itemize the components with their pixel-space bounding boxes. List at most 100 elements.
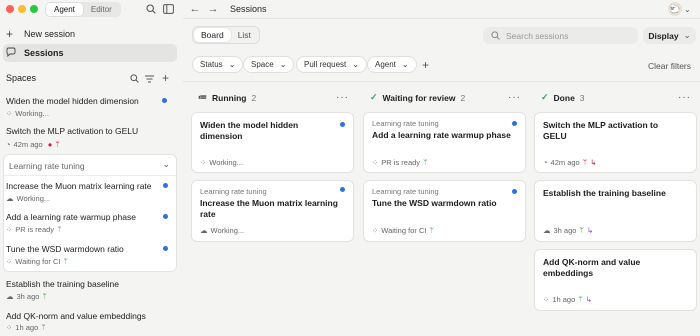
- clear-filters-button[interactable]: Clear filters: [648, 61, 691, 71]
- tab-agent[interactable]: Agent: [46, 3, 83, 16]
- pr-open-icon: ᛘ: [42, 292, 47, 301]
- divider: [183, 81, 700, 82]
- filter-icon[interactable]: [144, 73, 155, 84]
- check-icon: ✓: [370, 92, 378, 102]
- chevron-down-icon: ⌄: [684, 4, 691, 14]
- session-card[interactable]: Learning rate tuning Tune the WSD warmdo…: [363, 180, 526, 242]
- display-button[interactable]: Display ⌄: [643, 27, 696, 44]
- view-switch: Board List: [192, 26, 260, 44]
- window-minimize-button[interactable]: [18, 5, 26, 13]
- add-filter-icon[interactable]: +: [419, 58, 432, 72]
- card-title: Add a learning rate warmup phase: [372, 130, 511, 140]
- add-space-icon[interactable]: +: [160, 71, 171, 85]
- sessions-label: Sessions: [24, 48, 64, 58]
- check-icon: ✓: [541, 92, 549, 102]
- pr-open-icon: ᛘ: [578, 295, 583, 304]
- more-options-icon[interactable]: ···: [678, 92, 691, 103]
- pr-merge-icon: ᛘ: [55, 140, 60, 149]
- tab-list[interactable]: List: [231, 28, 258, 42]
- column-count: 2: [251, 92, 257, 103]
- back-arrow-icon[interactable]: ←: [189, 3, 201, 15]
- session-title: Increase the Muon matrix learning rate: [6, 181, 152, 191]
- sidebar: Agent Editor + New session Sessions Spac…: [0, 0, 183, 336]
- filter-pull-request[interactable]: Pull request ⌄: [296, 56, 367, 73]
- pr-closed-icon: ●: [47, 140, 53, 149]
- new-session-label: New session: [24, 29, 76, 39]
- mode-switch: Agent Editor: [45, 2, 121, 17]
- filter-label: Status: [200, 60, 223, 69]
- cloud-icon: ☁: [6, 292, 14, 301]
- card-title: Establish the training baseline: [543, 188, 666, 198]
- session-status: PR is ready: [15, 225, 55, 234]
- session-card[interactable]: Learning rate tuning Add a learning rate…: [363, 112, 526, 173]
- card-title: Switch the MLP activation to GELU: [543, 120, 659, 141]
- card-status: 3h ago: [553, 226, 577, 235]
- agent-icon: ⁘: [372, 158, 379, 167]
- pr-open-icon: ᛘ: [63, 257, 68, 266]
- search-icon[interactable]: [145, 3, 157, 15]
- active-dot: [163, 246, 168, 251]
- session-card[interactable]: Learning rate tuning Increase the Muon m…: [191, 180, 354, 242]
- filter-agent[interactable]: Agent ⌄: [367, 56, 417, 73]
- session-status: 42m ago: [13, 140, 43, 149]
- card-group: Learning rate tuning: [372, 187, 439, 196]
- session-title: Add QK-norm and value embeddings: [6, 311, 146, 321]
- chevron-down-icon[interactable]: ⌄: [162, 159, 170, 170]
- session-card[interactable]: Widen the model hidden dimension ⁘ Workin…: [191, 112, 354, 173]
- cloud-icon: ☁: [6, 194, 14, 203]
- spaces-heading: Spaces: [6, 73, 37, 83]
- card-status: 1h ago: [552, 295, 576, 304]
- chat-bubble-icon: [6, 47, 20, 59]
- column-count: 3: [579, 92, 585, 103]
- chevron-down-icon: ⌄: [683, 30, 691, 40]
- main-panel: ← → Sessions 🐑 ⌄ Board List Search sessi…: [183, 0, 700, 336]
- session-card[interactable]: Switch the MLP activation to GELU ◔ 42m a…: [534, 112, 697, 173]
- filter-status[interactable]: Status ⌄: [192, 56, 244, 73]
- session-title: Switch the MLP activation to GELU: [6, 126, 139, 136]
- filter-space[interactable]: Space ⌄: [243, 56, 295, 73]
- session-title: Widen the model hidden dimension: [6, 96, 139, 106]
- page-title: Sessions: [230, 4, 267, 14]
- display-label: Display: [648, 30, 679, 41]
- search-icon: [491, 31, 500, 40]
- list-icon: ≔: [198, 92, 207, 102]
- tab-board[interactable]: Board: [194, 28, 231, 42]
- search-icon[interactable]: [129, 73, 140, 84]
- more-options-icon[interactable]: ···: [508, 92, 521, 103]
- new-session-button[interactable]: + New session: [6, 27, 177, 41]
- session-title: Establish the training baseline: [6, 279, 119, 289]
- clock-icon: ◔: [6, 140, 11, 149]
- search-input[interactable]: Search sessions: [483, 27, 638, 44]
- chevron-down-icon: ⌄: [352, 60, 359, 69]
- column-header-waiting-for-review: ✓ Waiting for review 2: [370, 92, 465, 103]
- search-placeholder: Search sessions: [506, 30, 569, 41]
- sidebar-item-sessions[interactable]: Sessions: [3, 44, 177, 62]
- column-title: Done: [553, 92, 575, 103]
- session-status: Working...: [16, 194, 51, 203]
- forward-arrow-icon[interactable]: →: [207, 3, 219, 15]
- active-dot: [340, 187, 345, 192]
- agent-icon: ⁘: [372, 226, 379, 235]
- pr-merged-icon: ↳: [586, 226, 594, 235]
- session-card[interactable]: Add QK-norm and value embeddings ⁘ 1h ago…: [534, 249, 697, 311]
- card-status: PR is ready: [381, 158, 421, 167]
- agent-icon: ⁘: [200, 158, 207, 167]
- pr-merged-icon: ↳: [585, 295, 593, 304]
- agent-icon: ⁘: [6, 109, 13, 118]
- column-header-running: ≔ Running 2: [198, 92, 256, 103]
- space-group-learning-rate-tuning: Learning rate tuning ⌄ Increase the Muon…: [3, 154, 177, 272]
- pr-merge-icon: ↳: [590, 158, 597, 167]
- session-card[interactable]: Establish the training baseline ☁ 3h ago ᛘ…: [534, 180, 697, 242]
- cloud-icon: ☁: [543, 226, 551, 235]
- tab-editor[interactable]: Editor: [83, 3, 120, 16]
- clock-icon: ◔: [543, 158, 548, 167]
- session-title: Add a learning rate warmup phase: [6, 212, 136, 222]
- window-zoom-button[interactable]: [30, 5, 38, 13]
- more-options-icon[interactable]: ···: [336, 92, 349, 103]
- plus-icon: +: [6, 27, 14, 41]
- divider: [4, 175, 176, 176]
- window-close-button[interactable]: [6, 5, 14, 13]
- sidebar-toggle-icon[interactable]: [162, 3, 174, 15]
- profile-menu[interactable]: 🐑 ⌄: [668, 1, 696, 17]
- column-count: 2: [460, 92, 466, 103]
